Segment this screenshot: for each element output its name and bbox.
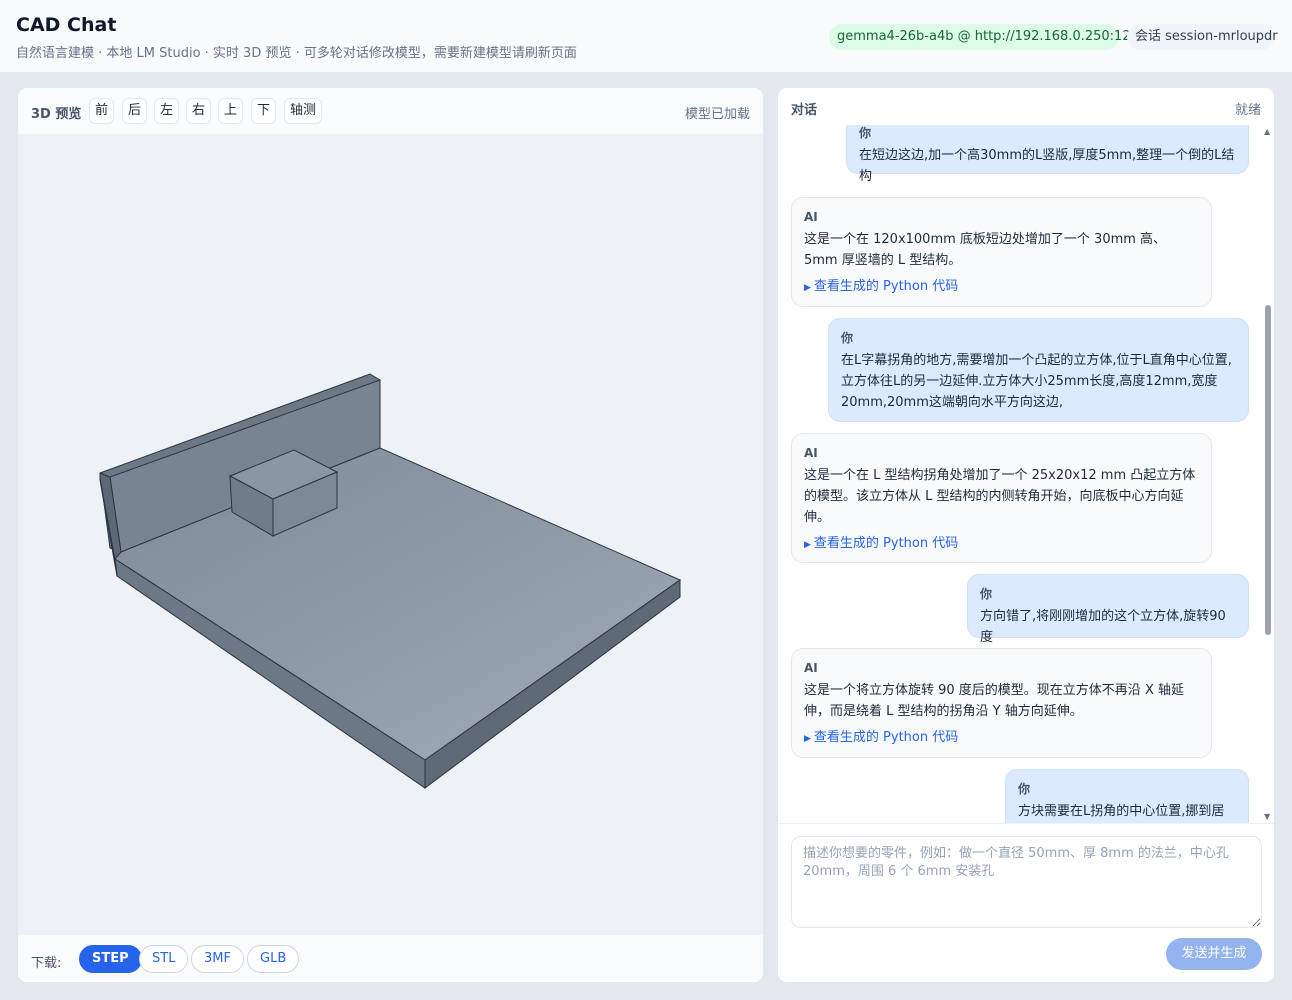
prompt-input[interactable] [791, 836, 1262, 928]
download-bar: 下载: STEP STL 3MF GLB [18, 934, 763, 982]
message-text: 在短边这边,加一个高30mm的L竖版,厚度5mm,整理一个倒的L结构 [859, 148, 1235, 184]
download-stl-button[interactable]: STL [139, 945, 189, 973]
composer: 发送并生成 [778, 823, 1274, 982]
chat-scrollbar[interactable]: ▲ ▼ [1264, 127, 1272, 821]
disclosure-triangle-icon: ▶ [804, 734, 811, 744]
chat-message-ai: AI 这是一个将立方体旋转 90 度后的模型。现在立方体不再沿 X 轴延伸，而是… [791, 648, 1212, 758]
chat-messages[interactable]: 你 在短边这边,加一个高30mm的L竖版,厚度5mm,整理一个倒的L结构 AI … [778, 125, 1274, 823]
view-right-button[interactable]: 右 [186, 98, 212, 124]
view-code-link[interactable]: ▶ 查看生成的 Python 代码 [804, 728, 1199, 749]
message-role: 你 [980, 587, 993, 601]
download-3mf-button[interactable]: 3MF [191, 945, 244, 973]
model-status: 模型已加载 [684, 107, 750, 122]
3d-viewport[interactable] [18, 134, 763, 936]
app-title: CAD Chat [16, 14, 117, 36]
download-step-button[interactable]: STEP [79, 945, 142, 973]
viewer-title: 3D 预览 [31, 107, 82, 122]
app-subtitle: 自然语言建模 · 本地 LM Studio · 实时 3D 预览 · 可多轮对话… [16, 46, 577, 61]
model-render [99, 373, 682, 789]
message-text: 在L字幕拐角的地方,需要增加一个凸起的立方体,位于L直角中心位置,立方体往L的另… [841, 353, 1232, 410]
chat-message-user: 你 方块需要在L拐角的中心位置,挪到居中 [1005, 769, 1249, 823]
chat-panel: 对话 就绪 你 在短边这边,加一个高30mm的L竖版,厚度5mm,整理一个倒的L… [777, 87, 1275, 983]
view-code-link[interactable]: ▶ 查看生成的 Python 代码 [804, 277, 1199, 298]
disclosure-triangle-icon: ▶ [804, 540, 811, 550]
message-role: AI [804, 446, 818, 460]
message-text: 这是一个在 L 型结构拐角处增加了一个 25x20x12 mm 凸起立方体的模型… [804, 468, 1196, 525]
view-bottom-button[interactable]: 下 [251, 98, 277, 124]
download-label: 下载: [31, 956, 62, 971]
scroll-down-icon[interactable]: ▼ [1264, 812, 1270, 821]
message-role: AI [804, 661, 818, 675]
chat-message-user: 你 在L字幕拐角的地方,需要增加一个凸起的立方体,位于L直角中心位置,立方体往L… [828, 318, 1249, 422]
view-iso-button[interactable]: 轴测 [284, 98, 323, 124]
chat-status: 就绪 [1234, 103, 1261, 118]
chat-message-ai: AI 这是一个在 120x100mm 底板短边处增加了一个 30mm 高、5mm… [791, 197, 1212, 307]
message-role: 你 [1018, 782, 1031, 796]
model-endpoint-badge: gemma4-26b-a4b @ http://192.168.0.250:12… [829, 24, 1147, 50]
viewer-toolbar: 3D 预览 前 后 左 右 上 下 轴测 模型已加载 [18, 88, 763, 134]
view-top-button[interactable]: 上 [218, 98, 244, 124]
app-header: CAD Chat 自然语言建模 · 本地 LM Studio · 实时 3D 预… [0, 0, 1292, 73]
disclosure-triangle-icon: ▶ [804, 283, 811, 293]
view-code-link[interactable]: ▶ 查看生成的 Python 代码 [804, 534, 1199, 555]
message-text: 这是一个将立方体旋转 90 度后的模型。现在立方体不再沿 X 轴延伸，而是绕着 … [804, 683, 1184, 719]
scroll-up-icon[interactable]: ▲ [1264, 127, 1270, 136]
send-button[interactable]: 发送并生成 [1166, 938, 1262, 970]
message-role: 你 [859, 126, 872, 140]
scrollbar-thumb[interactable] [1265, 305, 1271, 635]
chat-header: 对话 就绪 [778, 88, 1274, 125]
message-text: 这是一个在 120x100mm 底板短边处增加了一个 30mm 高、5mm 厚竖… [804, 232, 1167, 268]
message-role: 你 [841, 331, 854, 345]
message-role: AI [804, 210, 818, 224]
chat-message-user: 你 在短边这边,加一个高30mm的L竖版,厚度5mm,整理一个倒的L结构 [846, 125, 1249, 184]
message-text: 方向错了,将刚刚增加的这个立方体,旋转90度 [980, 609, 1226, 645]
chat-message-ai: AI 这是一个在 L 型结构拐角处增加了一个 25x20x12 mm 凸起立方体… [791, 433, 1212, 563]
download-glb-button[interactable]: GLB [247, 945, 300, 973]
view-left-button[interactable]: 左 [154, 98, 180, 124]
view-front-button[interactable]: 前 [89, 98, 115, 124]
session-badge: 会话 session-mrloupdr [1127, 24, 1278, 50]
view-back-button[interactable]: 后 [122, 98, 148, 124]
chat-message-user: 你 方向错了,将刚刚增加的这个立方体,旋转90度 [967, 574, 1249, 645]
message-text: 方块需要在L拐角的中心位置,挪到居中 [1018, 804, 1225, 819]
chat-title: 对话 [791, 103, 818, 118]
preview-panel: 3D 预览 前 后 左 右 上 下 轴测 模型已加载 下载: STEP STL … [17, 87, 764, 983]
